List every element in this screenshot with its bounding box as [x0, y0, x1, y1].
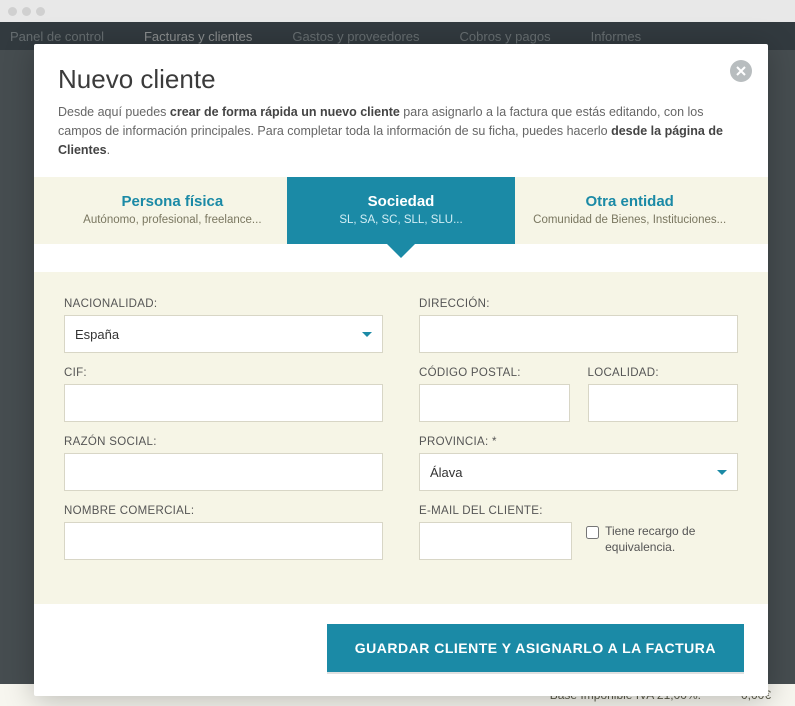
tab-subtitle: Comunidad de Bienes, Instituciones... — [525, 214, 734, 226]
label-cp: CÓDIGO POSTAL: — [419, 367, 570, 379]
provincia-select[interactable]: Álava — [419, 453, 738, 491]
nacionalidad-select[interactable]: España — [64, 315, 383, 353]
tab-title: Sociedad — [297, 193, 506, 210]
label-nacionalidad: NACIONALIDAD: — [64, 298, 383, 310]
form-right-column: DIRECCIÓN: CÓDIGO POSTAL: LOCALIDAD: — [419, 298, 738, 574]
codigo-postal-input[interactable] — [419, 384, 570, 422]
label-nombre-comercial: NOMBRE COMERCIAL: — [64, 505, 383, 517]
submit-row: GUARDAR CLIENTE Y ASIGNARLO A LA FACTURA — [58, 624, 744, 672]
tab-sociedad[interactable]: Sociedad SL, SA, SC, SLL, SLU... — [287, 177, 516, 244]
field-email: E-MAIL DEL CLIENTE: Tiene recargo de equ… — [419, 505, 738, 560]
tab-subtitle: SL, SA, SC, SLL, SLU... — [297, 214, 506, 226]
nacionalidad-value: España — [75, 327, 119, 342]
label-razon: RAZÓN SOCIAL: — [64, 436, 383, 448]
tab-subtitle: Autónomo, profesional, freelance... — [68, 214, 277, 226]
modal-title: Nuevo cliente — [58, 64, 744, 95]
email-input[interactable] — [419, 522, 572, 560]
client-type-tabs: Persona física Autónomo, profesional, fr… — [34, 177, 768, 244]
form-panel: NACIONALIDAD: España CIF: RAZÓN SOCIAL: … — [34, 272, 768, 604]
chevron-down-icon — [362, 332, 372, 337]
close-button[interactable] — [730, 60, 752, 82]
tab-title: Otra entidad — [525, 193, 734, 210]
window-dot — [22, 7, 31, 16]
field-cif: CIF: — [64, 367, 383, 422]
desc-text: Desde aquí puedes — [58, 105, 170, 119]
save-client-button[interactable]: GUARDAR CLIENTE Y ASIGNARLO A LA FACTURA — [327, 624, 744, 672]
tab-persona-fisica[interactable]: Persona física Autónomo, profesional, fr… — [58, 177, 287, 244]
label-provincia: PROVINCIA: * — [419, 436, 738, 448]
field-direccion: DIRECCIÓN: — [419, 298, 738, 353]
label-email: E-MAIL DEL CLIENTE: — [419, 505, 738, 517]
field-razon-social: RAZÓN SOCIAL: — [64, 436, 383, 491]
cif-input[interactable] — [64, 384, 383, 422]
recargo-label: Tiene recargo de equivalencia. — [605, 524, 738, 555]
window-dot — [36, 7, 45, 16]
modal-description: Desde aquí puedes crear de forma rápida … — [58, 103, 738, 159]
label-cif: CIF: — [64, 367, 383, 379]
desc-text: . — [107, 143, 110, 157]
recargo-checkbox-wrap[interactable]: Tiene recargo de equivalencia. — [586, 522, 738, 555]
nombre-comercial-input[interactable] — [64, 522, 383, 560]
field-nacionalidad: NACIONALIDAD: España — [64, 298, 383, 353]
localidad-input[interactable] — [588, 384, 739, 422]
form-left-column: NACIONALIDAD: España CIF: RAZÓN SOCIAL: … — [64, 298, 383, 574]
recargo-checkbox[interactable] — [586, 526, 599, 539]
desc-bold: crear de forma rápida un nuevo cliente — [170, 105, 400, 119]
razon-social-input[interactable] — [64, 453, 383, 491]
field-cp-localidad: CÓDIGO POSTAL: LOCALIDAD: — [419, 367, 738, 422]
field-provincia: PROVINCIA: * Álava — [419, 436, 738, 491]
window-chrome — [0, 0, 795, 22]
tab-title: Persona física — [68, 193, 277, 210]
provincia-value: Álava — [430, 465, 463, 480]
direccion-input[interactable] — [419, 315, 738, 353]
label-localidad: LOCALIDAD: — [588, 367, 739, 379]
label-direccion: DIRECCIÓN: — [419, 298, 738, 310]
new-client-modal: Nuevo cliente Desde aquí puedes crear de… — [34, 44, 768, 696]
field-nombre-comercial: NOMBRE COMERCIAL: — [64, 505, 383, 560]
window-dot — [8, 7, 17, 16]
chevron-down-icon — [717, 470, 727, 475]
tab-otra-entidad[interactable]: Otra entidad Comunidad de Bienes, Instit… — [515, 177, 744, 244]
close-icon — [736, 66, 746, 76]
